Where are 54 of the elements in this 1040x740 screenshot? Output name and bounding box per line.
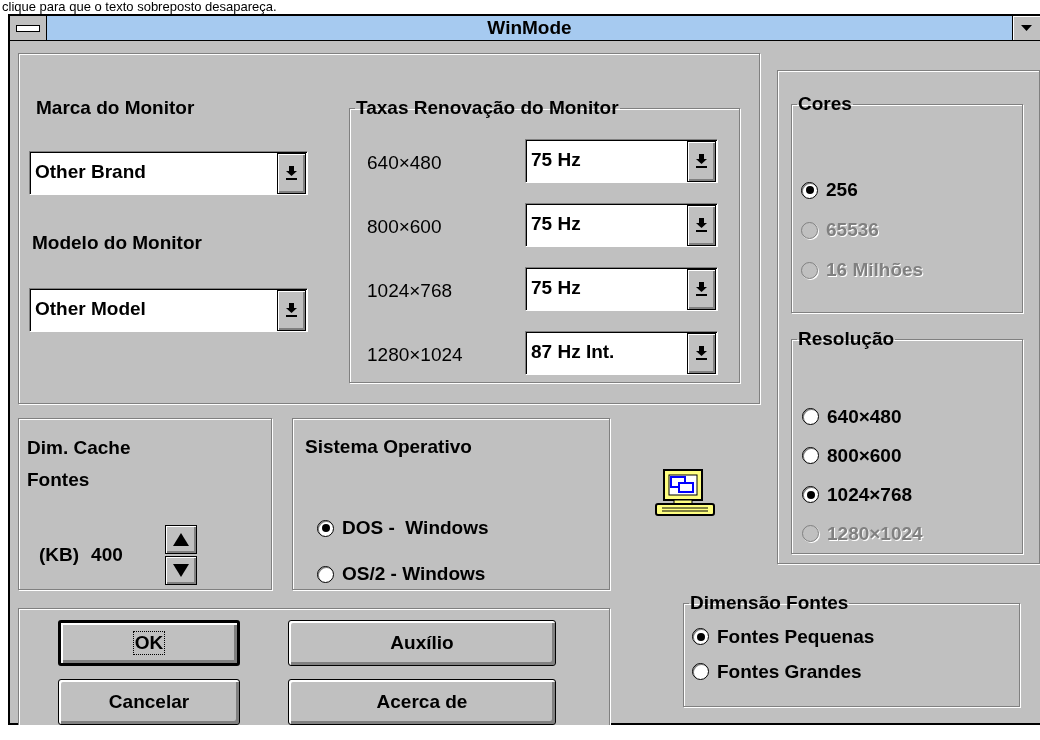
dropdown[interactable]: 87 Hz Int. bbox=[525, 331, 718, 375]
down-arrow-icon bbox=[696, 282, 707, 297]
group-title: Cores bbox=[797, 92, 853, 116]
resolution-label: 800×600 bbox=[367, 215, 443, 239]
down-arrow-icon bbox=[286, 166, 297, 181]
unit-label: (KB) bbox=[39, 544, 80, 566]
radio-button[interactable]: 256 bbox=[801, 178, 858, 202]
dropdown[interactable]: Other Brand bbox=[29, 151, 308, 195]
resolution-label: 640×480 bbox=[367, 151, 443, 175]
radio-button[interactable]: Fontes Grandes bbox=[692, 659, 862, 684]
radio-button[interactable]: 800×600 bbox=[802, 443, 902, 468]
group-title: Dimensão Fontes bbox=[689, 591, 850, 615]
dropdown[interactable]: Other Model bbox=[29, 288, 308, 332]
radio-button[interactable]: OS/2 - Windows bbox=[317, 562, 486, 586]
field-label: Marca do Monitor bbox=[36, 96, 196, 120]
cache-label: Dim. Cache Fontes bbox=[27, 436, 132, 492]
radio-button[interactable]: 640×480 bbox=[802, 404, 902, 429]
cache-value: 400 bbox=[91, 544, 123, 566]
help-button[interactable]: Auxílio bbox=[288, 620, 556, 666]
down-arrow-icon bbox=[172, 564, 189, 577]
group-title: Taxas Renovação do Monitor bbox=[355, 96, 620, 120]
dropdown-button[interactable] bbox=[687, 205, 716, 246]
resolution-label: 1280×1024 bbox=[367, 343, 464, 367]
down-arrow-icon bbox=[696, 218, 707, 233]
radio-button[interactable]: DOS - Windows bbox=[317, 516, 489, 540]
resolution-label: 1024×768 bbox=[367, 279, 454, 303]
down-triangle-icon bbox=[1021, 25, 1032, 31]
down-arrow-icon bbox=[286, 303, 297, 318]
dropdown[interactable]: 75 Hz bbox=[525, 203, 718, 247]
dropdown[interactable]: 75 Hz bbox=[525, 267, 718, 311]
section-title: Sistema Operativo bbox=[305, 435, 473, 459]
up-arrow-icon bbox=[172, 533, 189, 546]
about-button[interactable]: Acerca de bbox=[288, 679, 556, 725]
minimize-button[interactable] bbox=[1012, 16, 1040, 40]
cancel-button[interactable]: Cancelar bbox=[58, 679, 240, 725]
window-title: WinMode bbox=[487, 17, 572, 38]
group-title: Resolução bbox=[797, 327, 896, 351]
radio-button[interactable]: 1024×768 bbox=[802, 482, 913, 507]
down-arrow-icon bbox=[696, 346, 707, 361]
spin-up-button[interactable] bbox=[164, 525, 197, 554]
radio-button[interactable]: Fontes Pequenas bbox=[692, 624, 875, 649]
dropdown-button[interactable] bbox=[277, 290, 306, 331]
caption-text: clique para que o texto sobreposto desapareça. bbox=[1, 0, 278, 14]
down-arrow-icon bbox=[696, 154, 707, 169]
dropdown[interactable]: 75 Hz bbox=[525, 139, 718, 183]
dropdown-button[interactable] bbox=[687, 333, 716, 374]
field-label: Modelo do Monitor bbox=[32, 231, 203, 255]
dash-icon bbox=[16, 24, 40, 32]
dropdown-button[interactable] bbox=[687, 141, 716, 182]
spin-down-button[interactable] bbox=[164, 556, 197, 585]
dropdown-button[interactable] bbox=[687, 269, 716, 310]
dropdown-button[interactable] bbox=[277, 153, 306, 194]
ok-button[interactable]: OK bbox=[58, 620, 240, 666]
computer-icon bbox=[654, 469, 716, 517]
